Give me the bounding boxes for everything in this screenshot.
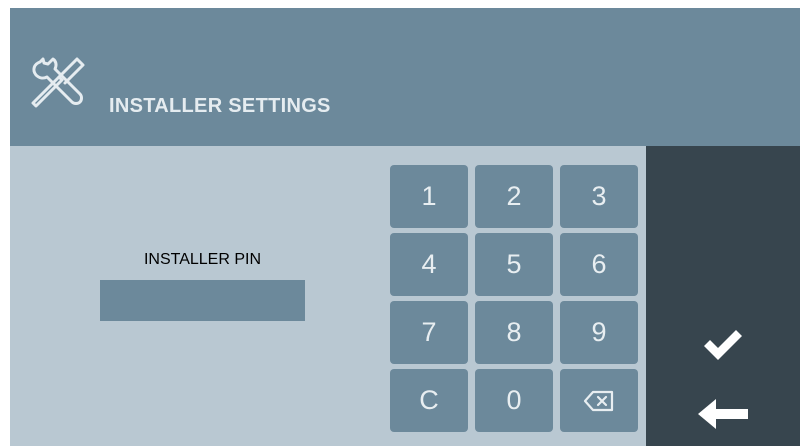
header-bar: INSTALLER SETTINGS (10, 8, 800, 146)
side-panel (646, 146, 800, 446)
key-9[interactable]: 9 (560, 301, 638, 364)
installer-settings-screen: INSTALLER SETTINGS INSTALLER PIN 1 2 3 4… (10, 8, 800, 446)
backspace-icon (583, 390, 615, 412)
key-6[interactable]: 6 (560, 233, 638, 296)
tools-icon (28, 56, 92, 110)
key-2[interactable]: 2 (475, 165, 553, 228)
back-button[interactable] (646, 386, 800, 446)
page-title: INSTALLER SETTINGS (109, 95, 331, 117)
key-1[interactable]: 1 (390, 165, 468, 228)
key-7[interactable]: 7 (390, 301, 468, 364)
numeric-keypad: 1 2 3 4 5 6 7 8 9 C 0 (390, 165, 638, 432)
key-backspace[interactable] (560, 369, 638, 432)
key-0[interactable]: 0 (475, 369, 553, 432)
key-clear[interactable]: C (390, 369, 468, 432)
arrow-left-icon (696, 397, 750, 436)
pin-label: INSTALLER PIN (143, 251, 262, 268)
key-8[interactable]: 8 (475, 301, 553, 364)
confirm-button[interactable] (646, 316, 800, 378)
key-5[interactable]: 5 (475, 233, 553, 296)
pin-field[interactable] (100, 280, 305, 321)
key-4[interactable]: 4 (390, 233, 468, 296)
checkmark-icon (701, 327, 745, 368)
key-3[interactable]: 3 (560, 165, 638, 228)
